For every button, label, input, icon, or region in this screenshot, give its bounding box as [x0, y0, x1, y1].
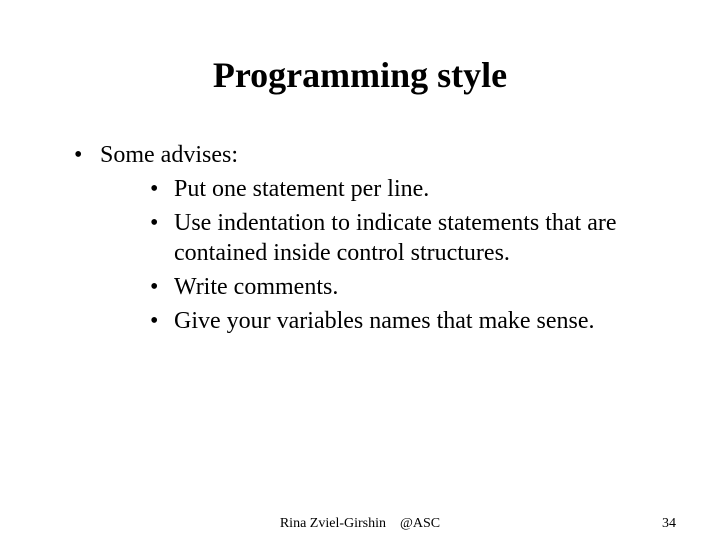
footer-author: Rina Zviel-Girshin — [280, 516, 386, 531]
footer-page: 34 — [662, 516, 676, 532]
footer-org: @ASC — [400, 516, 440, 531]
footer-center: Rina Zviel-Girshin @ASC — [0, 516, 720, 532]
slide-body: Some advises: Put one statement per line… — [60, 140, 660, 336]
bullet-item: Write comments. — [60, 272, 660, 302]
bullet-item: Put one statement per line. — [60, 174, 660, 204]
bullet-item: Give your variables names that make sens… — [60, 306, 660, 336]
bullet-item: Use indentation to indicate statements t… — [60, 208, 660, 268]
slide-title: Programming style — [60, 54, 660, 96]
slide: Programming style Some advises: Put one … — [0, 0, 720, 540]
bullet-lead: Some advises: — [60, 140, 660, 170]
